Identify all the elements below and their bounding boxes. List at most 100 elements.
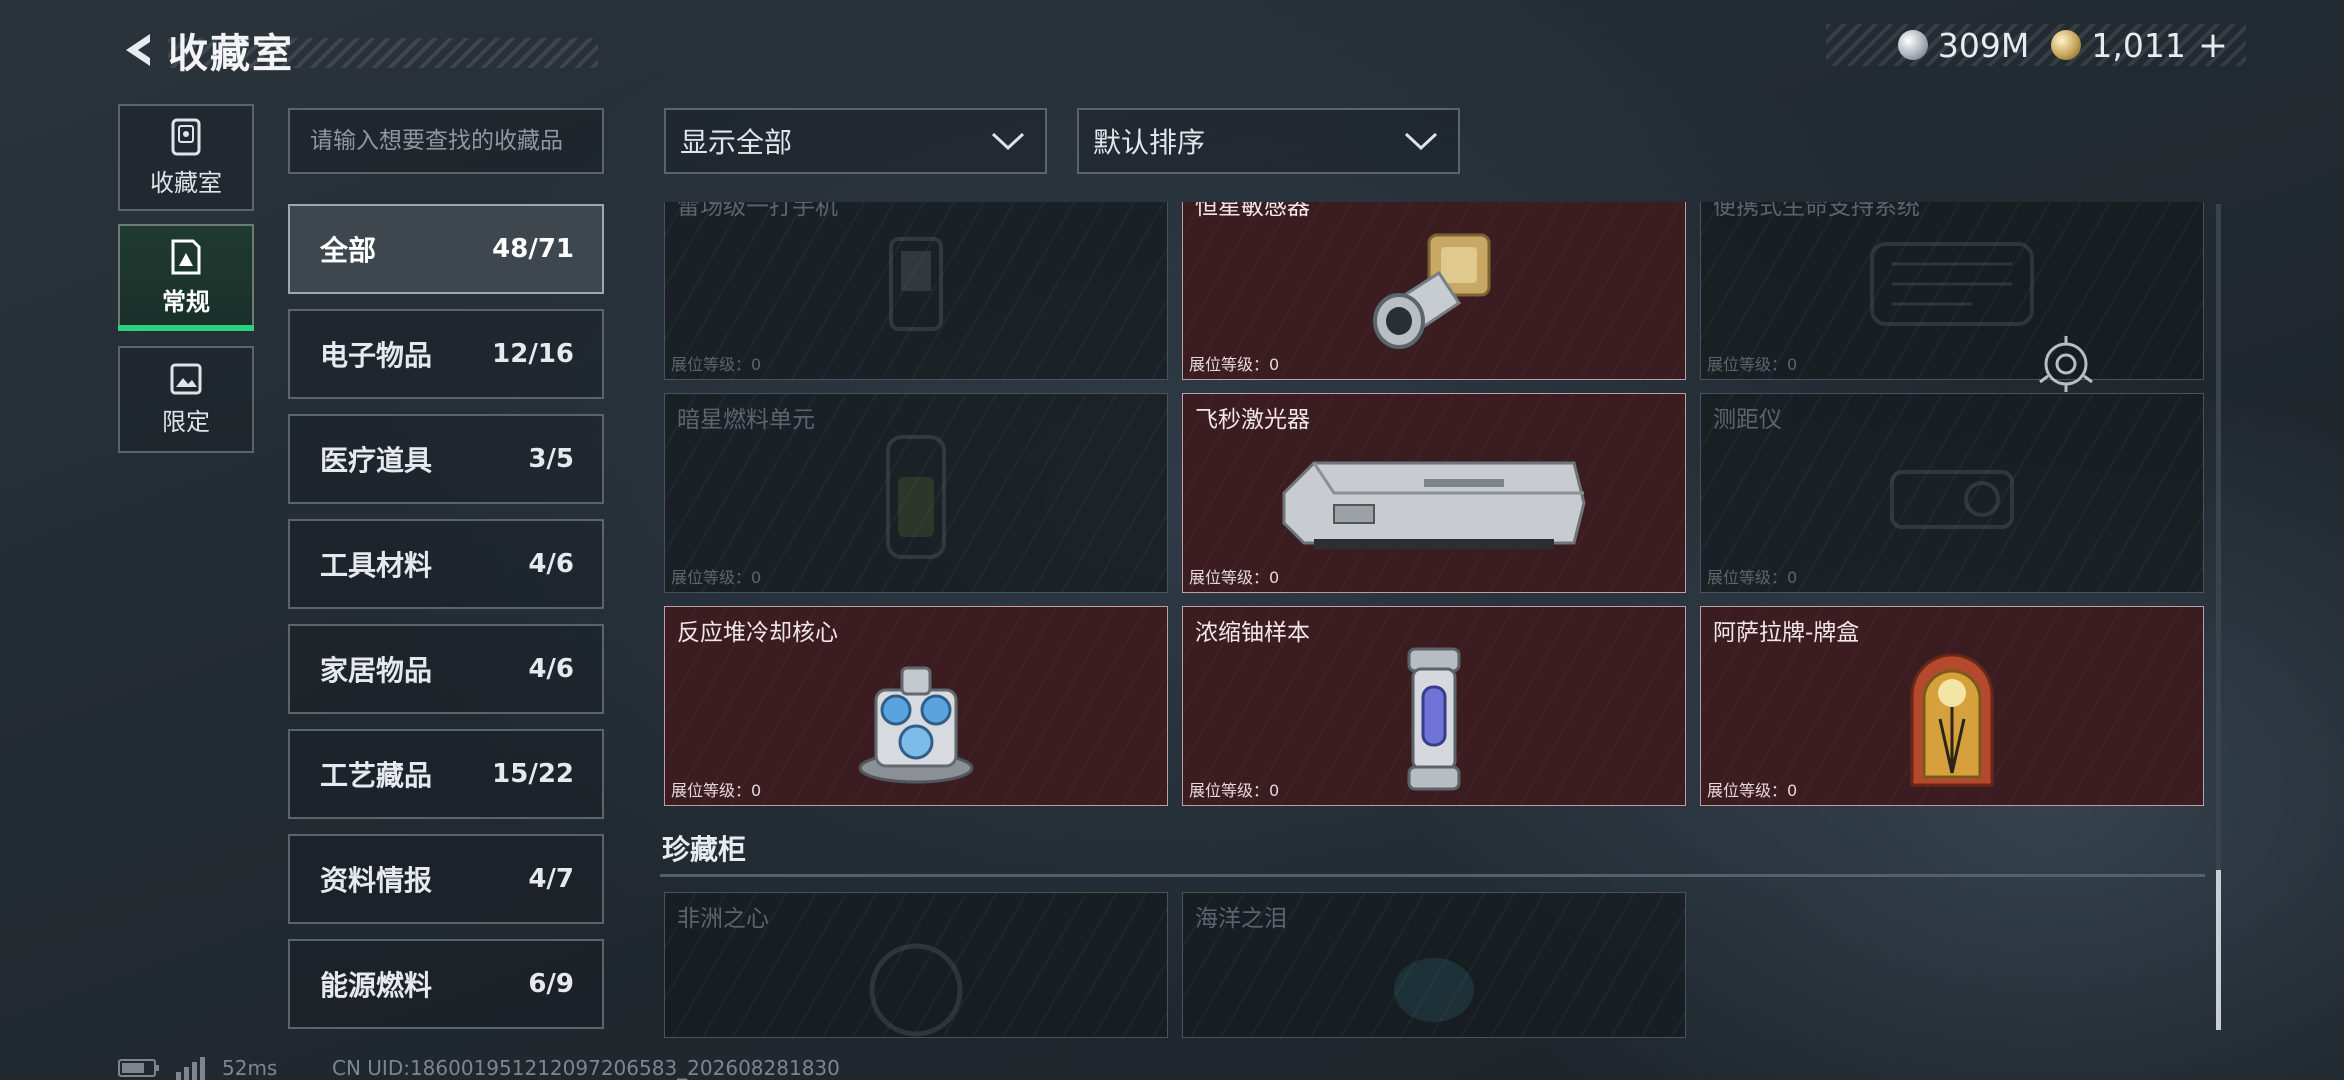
display-filter-dropdown[interactable]: 显示全部 (664, 108, 1047, 174)
category-name: 资料情报 (320, 864, 433, 897)
phone-item-icon (889, 236, 943, 331)
showcase-level: 展位等级：0 (1707, 355, 1798, 374)
gold-currency[interactable]: 1,011 + (2051, 25, 2228, 66)
cabinet-section-title: 珍藏柜 (662, 833, 747, 866)
category-count: 15/22 (492, 759, 574, 789)
rangefinder-icon (1890, 469, 2014, 529)
femtosecond-laser-icon (1282, 461, 1586, 549)
sort-dropdown[interactable]: 默认排序 (1077, 108, 1460, 174)
category-crafts[interactable]: 工艺藏品 15/22 (288, 729, 604, 819)
back-arrow-icon[interactable] (118, 28, 158, 72)
silver-currency[interactable]: 309M (1897, 25, 2030, 65)
item-name: 阿萨拉牌-牌盒 (1713, 620, 1860, 646)
grid-scrollbar-thumb[interactable] (2216, 870, 2221, 1030)
category-count: 48/71 (492, 234, 574, 264)
item-card[interactable]: 恒星敏感器 展位等级：0 (1182, 202, 1686, 380)
item-name: 海洋之泪 (1195, 906, 1287, 932)
gem-tear-icon (1394, 958, 1474, 1023)
item-card[interactable]: 便携式生命支持系统 展位等级：0 (1700, 202, 2204, 380)
category-name: 能源燃料 (320, 969, 433, 1002)
item-name: 浓缩铀样本 (1195, 620, 1310, 646)
user-uid: CN UID:186001951212097206583_20260828183… (332, 1056, 840, 1080)
showcase-level: 展位等级：0 (1189, 355, 1280, 374)
category-count: 4/6 (528, 549, 574, 579)
category-count: 4/6 (528, 654, 574, 684)
search-box[interactable] (288, 108, 604, 174)
gem-heart-icon (869, 943, 963, 1037)
item-card[interactable]: 飞秒激光器 展位等级：0 (1182, 393, 1686, 593)
category-name: 工艺藏品 (320, 759, 433, 792)
mode-vault[interactable]: 收藏室 (118, 104, 254, 211)
mode-label: 收藏室 (150, 169, 222, 197)
category-medical[interactable]: 医疗道具 3/5 (288, 414, 604, 504)
card-icon (171, 239, 201, 275)
chevron-down-icon (991, 132, 1025, 151)
showcase-level: 展位等级：0 (671, 568, 762, 587)
battery-icon (118, 1059, 159, 1077)
category-tools[interactable]: 工具材料 4/6 (288, 519, 604, 609)
cabinet-item-card[interactable]: 海洋之泪 (1182, 892, 1686, 1038)
page-title: 收藏室 (168, 31, 294, 77)
showcase-level: 展位等级：0 (671, 355, 762, 374)
silver-coin-icon (1897, 30, 1928, 60)
showcase-level: 展位等级：0 (1189, 568, 1280, 587)
display-filter-value: 显示全部 (680, 126, 793, 159)
item-name: 反应堆冷却核心 (677, 620, 838, 646)
item-name: 飞秒激光器 (1195, 407, 1310, 433)
item-card[interactable]: 阿萨拉牌-牌盒 展位等级：0 (1700, 606, 2204, 806)
life-support-icon (1870, 241, 2034, 326)
category-count: 6/9 (528, 969, 574, 999)
item-card[interactable]: 雷场级一打手机 展位等级：0 (664, 202, 1168, 380)
star-sensor-icon (1373, 233, 1491, 349)
gold-amount: 1,011 (2091, 25, 2186, 65)
item-name: 非洲之心 (677, 906, 769, 932)
category-count: 12/16 (492, 339, 574, 369)
category-intel[interactable]: 资料情报 4/7 (288, 834, 604, 924)
mode-label: 限定 (162, 408, 210, 436)
title-wrap: 收藏室 (168, 24, 598, 77)
cabinet-item-card[interactable]: 非洲之心 (664, 892, 1168, 1038)
status-footer: 52ms (118, 1056, 277, 1080)
item-name: 暗星燃料单元 (677, 407, 815, 433)
category-name: 家居物品 (320, 654, 433, 687)
item-name: 便携式生命支持系统 (1713, 202, 1920, 220)
card-box-icon (1910, 653, 1994, 787)
gold-coin-icon (2051, 30, 2082, 60)
section-divider (660, 874, 2205, 877)
category-name: 电子物品 (320, 339, 433, 372)
showcase-level: 展位等级：0 (1707, 568, 1798, 587)
category-electronics[interactable]: 电子物品 12/16 (288, 309, 604, 399)
showcase-level: 展位等级：0 (1707, 781, 1798, 800)
mode-limited[interactable]: 限定 (118, 346, 254, 453)
category-all[interactable]: 全部 48/71 (288, 204, 604, 294)
silver-amount: 309M (1937, 25, 2030, 65)
currency-bar: 309M 1,011 + (1826, 24, 2246, 66)
vault-icon (171, 118, 201, 156)
category-count: 4/7 (528, 864, 574, 894)
showcase-level: 展位等级：0 (671, 781, 762, 800)
category-count: 3/5 (528, 444, 574, 474)
item-card[interactable]: 浓缩铀样本 展位等级：0 (1182, 606, 1686, 806)
item-name: 雷场级一打手机 (677, 202, 838, 220)
reactor-core-icon (858, 666, 974, 784)
category-energy[interactable]: 能源燃料 6/9 (288, 939, 604, 1029)
signal-icon (176, 1057, 205, 1080)
add-currency-icon[interactable]: + (2198, 25, 2228, 66)
collection-grid[interactable]: 雷场级一打手机 展位等级：0 恒星敏感器 展位等级：0 便携式生命支持系统 展位… (660, 202, 2210, 1040)
chevron-down-icon (1404, 132, 1438, 151)
category-name: 工具材料 (320, 549, 433, 582)
item-name: 测距仪 (1713, 407, 1782, 433)
item-card[interactable]: 暗星燃料单元 展位等级：0 (664, 393, 1168, 593)
category-household[interactable]: 家居物品 4/6 (288, 624, 604, 714)
item-card[interactable]: 测距仪 展位等级：0 (1700, 393, 2204, 593)
mode-regular[interactable]: 常规 (118, 224, 254, 331)
showcase-level: 展位等级：0 (1189, 781, 1280, 800)
search-input[interactable] (310, 128, 602, 154)
mode-label: 常规 (162, 288, 210, 316)
image-icon (170, 363, 202, 395)
sort-value: 默认排序 (1093, 126, 1206, 159)
ping-value: 52ms (222, 1056, 278, 1080)
item-card[interactable]: 反应堆冷却核心 展位等级：0 (664, 606, 1168, 806)
category-name: 医疗道具 (320, 444, 433, 477)
item-name: 恒星敏感器 (1195, 202, 1310, 220)
